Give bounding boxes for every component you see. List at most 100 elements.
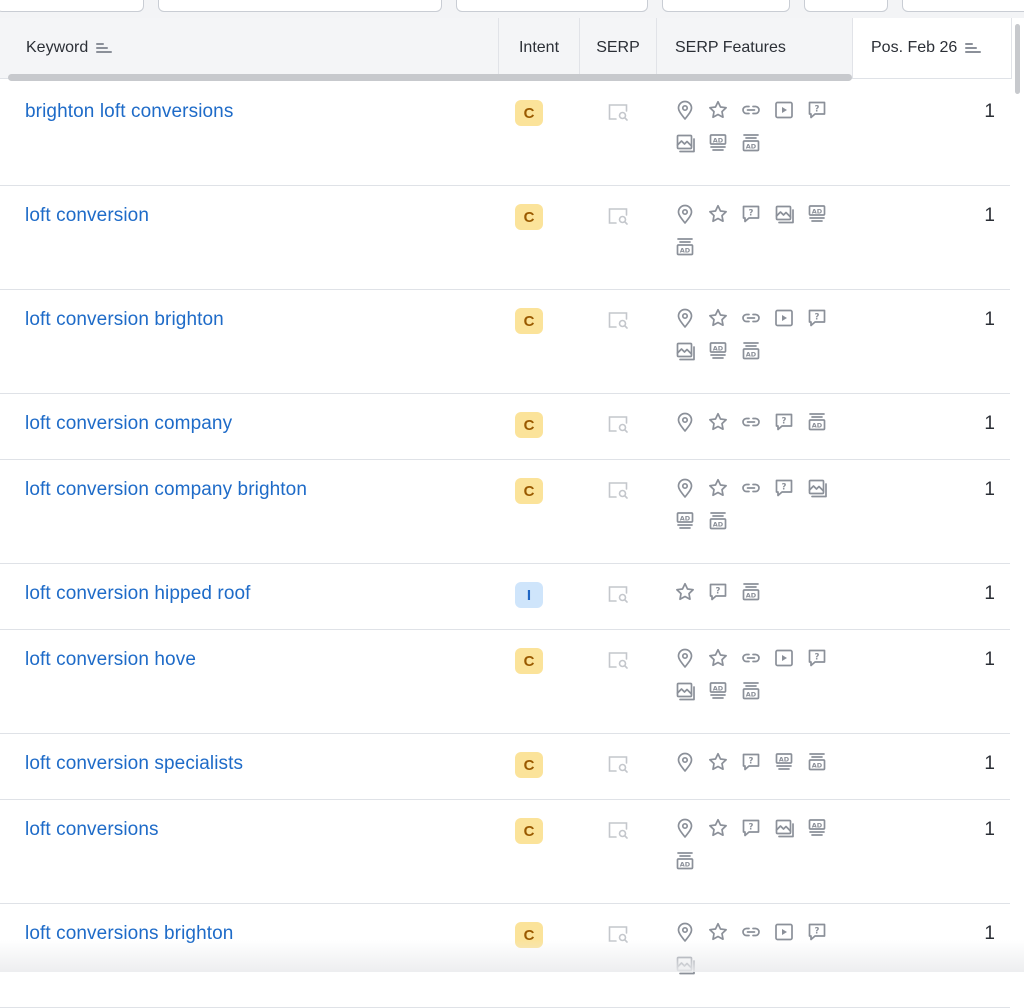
map-pin-icon[interactable] [673, 410, 697, 434]
link-icon[interactable] [739, 306, 763, 330]
map-pin-icon[interactable] [673, 920, 697, 944]
sort-icon[interactable] [965, 42, 982, 54]
column-header-intent[interactable]: Intent [499, 18, 580, 78]
question-icon[interactable]: ? [772, 410, 796, 434]
star-icon[interactable] [706, 202, 730, 226]
question-icon[interactable]: ? [805, 306, 829, 330]
link-icon[interactable] [739, 920, 763, 944]
star-icon[interactable] [706, 816, 730, 840]
serp-preview-icon[interactable] [606, 102, 630, 122]
intent-badge[interactable]: C [515, 818, 543, 844]
serp-preview-icon[interactable] [606, 820, 630, 840]
ad-bottom-icon[interactable]: AD [805, 410, 829, 434]
image-icon[interactable] [673, 953, 697, 977]
question-icon[interactable]: ? [706, 580, 730, 604]
toolbar-filter[interactable] [158, 0, 442, 12]
keyword-link[interactable]: brighton loft conversions [25, 101, 233, 123]
map-pin-icon[interactable] [673, 98, 697, 122]
map-pin-icon[interactable] [673, 646, 697, 670]
ad-top-icon[interactable]: AD [805, 202, 829, 226]
serp-preview-icon[interactable] [606, 480, 630, 500]
column-header-serp[interactable]: SERP [580, 18, 657, 78]
ad-bottom-icon[interactable]: AD [706, 509, 730, 533]
map-pin-icon[interactable] [673, 306, 697, 330]
toolbar-control[interactable] [0, 0, 144, 12]
ad-bottom-icon[interactable]: AD [739, 339, 763, 363]
star-icon[interactable] [706, 98, 730, 122]
image-icon[interactable] [805, 476, 829, 500]
sort-icon[interactable] [96, 42, 113, 54]
star-icon[interactable] [706, 410, 730, 434]
link-icon[interactable] [739, 646, 763, 670]
image-icon[interactable] [673, 339, 697, 363]
column-header-pos[interactable]: Pos. Feb 26 [853, 18, 1012, 78]
ad-top-icon[interactable]: AD [673, 509, 697, 533]
intent-badge[interactable]: C [515, 100, 543, 126]
intent-badge[interactable]: C [515, 412, 543, 438]
ad-top-icon[interactable]: AD [706, 679, 730, 703]
video-play-icon[interactable] [772, 646, 796, 670]
vertical-scrollbar-track[interactable] [1012, 18, 1024, 972]
question-icon[interactable]: ? [739, 750, 763, 774]
keyword-link[interactable]: loft conversion specialists [25, 753, 243, 775]
star-icon[interactable] [673, 580, 697, 604]
link-icon[interactable] [739, 476, 763, 500]
ad-bottom-icon[interactable]: AD [673, 235, 697, 259]
link-icon[interactable] [739, 98, 763, 122]
image-icon[interactable] [673, 131, 697, 155]
vertical-scrollbar-thumb[interactable] [1015, 24, 1020, 94]
keyword-link[interactable]: loft conversion [25, 205, 149, 227]
image-icon[interactable] [673, 679, 697, 703]
ad-bottom-icon[interactable]: AD [739, 580, 763, 604]
horizontal-scrollbar[interactable] [8, 74, 852, 81]
star-icon[interactable] [706, 646, 730, 670]
ad-bottom-icon[interactable]: AD [673, 849, 697, 873]
video-play-icon[interactable] [772, 920, 796, 944]
ad-bottom-icon[interactable]: AD [739, 131, 763, 155]
star-icon[interactable] [706, 920, 730, 944]
question-icon[interactable]: ? [772, 476, 796, 500]
link-icon[interactable] [739, 410, 763, 434]
intent-badge[interactable]: C [515, 752, 543, 778]
map-pin-icon[interactable] [673, 750, 697, 774]
column-header-serp-features[interactable]: SERP Features [657, 18, 853, 78]
map-pin-icon[interactable] [673, 816, 697, 840]
star-icon[interactable] [706, 750, 730, 774]
keyword-link[interactable]: loft conversion company [25, 413, 232, 435]
ad-top-icon[interactable]: AD [706, 339, 730, 363]
serp-preview-icon[interactable] [606, 414, 630, 434]
intent-badge[interactable]: C [515, 308, 543, 334]
star-icon[interactable] [706, 476, 730, 500]
serp-preview-icon[interactable] [606, 206, 630, 226]
ad-bottom-icon[interactable]: AD [739, 679, 763, 703]
serp-preview-icon[interactable] [606, 924, 630, 944]
toolbar-filter[interactable] [662, 0, 790, 12]
video-play-icon[interactable] [772, 98, 796, 122]
keyword-link[interactable]: loft conversion hove [25, 649, 196, 671]
question-icon[interactable]: ? [739, 816, 763, 840]
keyword-link[interactable]: loft conversions brighton [25, 923, 233, 945]
keyword-link[interactable]: loft conversion company brighton [25, 479, 307, 501]
image-icon[interactable] [772, 202, 796, 226]
intent-badge[interactable]: C [515, 922, 543, 948]
intent-badge[interactable]: C [515, 648, 543, 674]
serp-preview-icon[interactable] [606, 584, 630, 604]
question-icon[interactable]: ? [805, 98, 829, 122]
keyword-link[interactable]: loft conversions [25, 819, 159, 841]
ad-top-icon[interactable]: AD [772, 750, 796, 774]
toolbar-filter[interactable] [804, 0, 888, 12]
column-header-keyword[interactable]: Keyword [0, 18, 499, 78]
toolbar-filter[interactable] [902, 0, 1024, 12]
intent-badge[interactable]: C [515, 204, 543, 230]
question-icon[interactable]: ? [805, 646, 829, 670]
intent-badge[interactable]: I [515, 582, 543, 608]
serp-preview-icon[interactable] [606, 310, 630, 330]
map-pin-icon[interactable] [673, 202, 697, 226]
map-pin-icon[interactable] [673, 476, 697, 500]
toolbar-filter[interactable] [456, 0, 648, 12]
question-icon[interactable]: ? [739, 202, 763, 226]
serp-preview-icon[interactable] [606, 754, 630, 774]
intent-badge[interactable]: C [515, 478, 543, 504]
video-play-icon[interactable] [772, 306, 796, 330]
ad-top-icon[interactable]: AD [706, 131, 730, 155]
